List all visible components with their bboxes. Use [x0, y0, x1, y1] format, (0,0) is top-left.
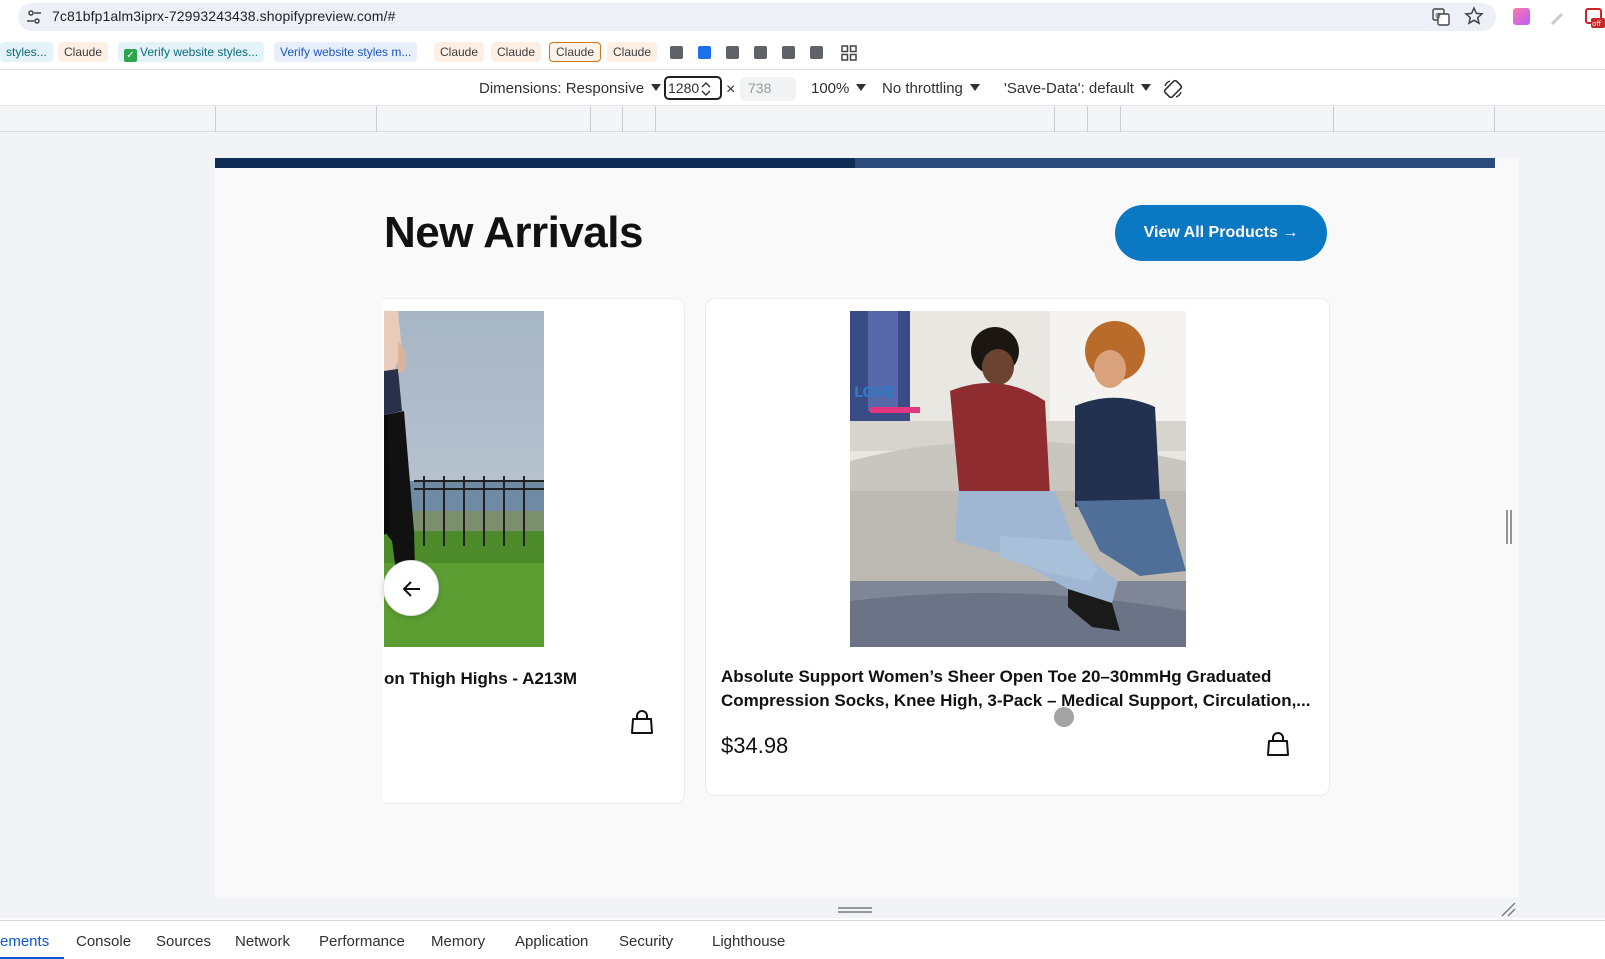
product-card[interactable]: LOVE Absolute Support Women’s Sheer Open… — [705, 298, 1330, 796]
bookmark-claude-2[interactable]: Claude — [434, 42, 485, 62]
tab-elements[interactable]: ements — [0, 933, 49, 950]
bookmark-verify-website-styles-m[interactable]: Verify website styles m... — [274, 42, 418, 62]
bookmark-square-icon[interactable] — [670, 46, 683, 59]
ruler-tick — [655, 106, 656, 132]
tab-console[interactable]: Console — [76, 933, 131, 950]
bookmark-claude-1[interactable]: Claude — [58, 42, 109, 62]
off-badge-extension-icon[interactable]: off — [1584, 7, 1605, 29]
tab-memory[interactable]: Memory — [431, 933, 485, 950]
rotate-icon[interactable] — [1162, 78, 1184, 100]
caret-down-icon — [969, 84, 980, 91]
height-input[interactable]: 738 — [740, 77, 796, 101]
save-data-dropdown[interactable]: 'Save-Data': default — [1004, 80, 1151, 97]
translate-icon[interactable]: G — [1432, 8, 1450, 26]
ruler-tick — [215, 106, 216, 132]
tab-network[interactable]: Network — [235, 933, 290, 950]
bookmark-claude-4[interactable]: Claude — [549, 42, 602, 62]
zoom-dropdown[interactable]: 100% — [811, 80, 867, 97]
ruler-tick — [1120, 106, 1121, 132]
check-icon: ✓ — [124, 49, 137, 62]
mouse-cursor-indicator — [1054, 707, 1074, 727]
tab-lighthouse[interactable]: Lighthouse — [712, 933, 785, 950]
caret-down-icon — [1140, 84, 1151, 91]
resize-handle-horizontal-icon[interactable] — [838, 906, 872, 914]
bookmark-verify-website-styles[interactable]: ✓ Verify website styles... — [118, 42, 265, 62]
product-title[interactable]: on Thigh Highs - A213M — [384, 667, 577, 691]
svg-text:off: off — [1592, 20, 1601, 28]
ruler-tick — [376, 106, 377, 132]
throttling-label: No throttling — [882, 80, 963, 97]
dimensions-dropdown[interactable]: Dimensions: Responsive — [479, 80, 662, 97]
header-stripe-right — [855, 158, 1495, 168]
bookmark-square-icon[interactable] — [698, 46, 711, 59]
ruler-tick — [1054, 106, 1055, 132]
product-title-line-1[interactable]: Absolute Support Women’s Sheer Open Toe … — [721, 665, 1271, 689]
tab-sources[interactable]: Sources — [156, 933, 211, 950]
carousel-prev-button[interactable] — [383, 560, 439, 616]
address-bar: 7c81bfp1alm3iprx-72993243438.shopifyprev… — [0, 0, 1605, 34]
bookmark-square-icon[interactable] — [782, 46, 795, 59]
tab-application[interactable]: Application — [515, 933, 588, 950]
ruler-tick — [622, 106, 623, 132]
resize-corner-icon[interactable] — [1500, 901, 1516, 917]
product-image[interactable]: LOVE — [850, 311, 1186, 647]
section-heading: New Arrivals — [384, 208, 643, 257]
caret-down-icon — [856, 84, 867, 91]
bookmarks-bar: styles... Claude ✓ Verify website styles.… — [0, 34, 1605, 70]
product-carousel: on Thigh Highs - A213M LOVE Absolute Sup… — [383, 298, 1343, 818]
width-input[interactable]: 1280 — [664, 76, 722, 100]
arrow-left-icon — [402, 581, 420, 597]
bookmark-styles[interactable]: styles... — [0, 42, 53, 62]
tab-security[interactable]: Security — [619, 933, 673, 950]
product-title-line-2[interactable]: Compression Socks, Knee High, 3-Pack – M… — [721, 689, 1310, 713]
bookmark-label: Verify website styles... — [140, 45, 259, 59]
apps-grid-icon[interactable] — [841, 45, 857, 61]
bookmark-square-icon[interactable] — [754, 46, 767, 59]
devtools-tab-bar: ements Console Sources Network Performan… — [0, 920, 1605, 959]
tab-performance[interactable]: Performance — [319, 933, 405, 950]
caret-down-icon — [651, 84, 662, 91]
ruler-tick — [1333, 106, 1334, 132]
zoom-label: 100% — [811, 80, 850, 97]
shopping-bag-icon[interactable] — [1266, 731, 1290, 757]
product-price: $34.98 — [721, 733, 789, 758]
product-card[interactable]: on Thigh Highs - A213M — [383, 298, 685, 804]
bookmark-square-icon[interactable] — [810, 46, 823, 59]
star-icon[interactable] — [1464, 6, 1484, 26]
bookmark-claude-5[interactable]: Claude — [607, 42, 658, 62]
spinner-arrows-icon[interactable] — [700, 79, 712, 99]
device-toolbar: Dimensions: Responsive 1280 × 738 100% N… — [0, 71, 1605, 106]
dimensions-label: Dimensions: Responsive — [479, 80, 645, 97]
ruler-tick — [1087, 106, 1088, 132]
throttling-dropdown[interactable]: No throttling — [882, 80, 980, 97]
save-data-label: 'Save-Data': default — [1004, 80, 1134, 97]
times-icon: × — [726, 81, 736, 98]
resize-handle-vertical-icon[interactable] — [1505, 510, 1513, 544]
bookmark-claude-3[interactable]: Claude — [491, 42, 542, 62]
extension-icon[interactable] — [1513, 8, 1530, 25]
ruler-tick — [590, 106, 591, 132]
url-text[interactable]: 7c81bfp1alm3iprx-72993243438.shopifyprev… — [52, 8, 395, 24]
view-all-products-button[interactable]: View All Products → — [1115, 205, 1327, 261]
svg-text:G: G — [1435, 12, 1440, 20]
shopping-bag-icon[interactable] — [630, 709, 654, 735]
ruler-tick — [1494, 106, 1495, 132]
media-query-ruler[interactable] — [0, 106, 1605, 132]
tune-icon[interactable] — [26, 9, 42, 25]
bookmark-square-icon[interactable] — [726, 46, 739, 59]
pen-extension-icon[interactable] — [1548, 8, 1566, 26]
svg-text:LOVE: LOVE — [854, 385, 894, 401]
page-viewport: New Arrivals View All Products → on Thig… — [215, 158, 1519, 898]
